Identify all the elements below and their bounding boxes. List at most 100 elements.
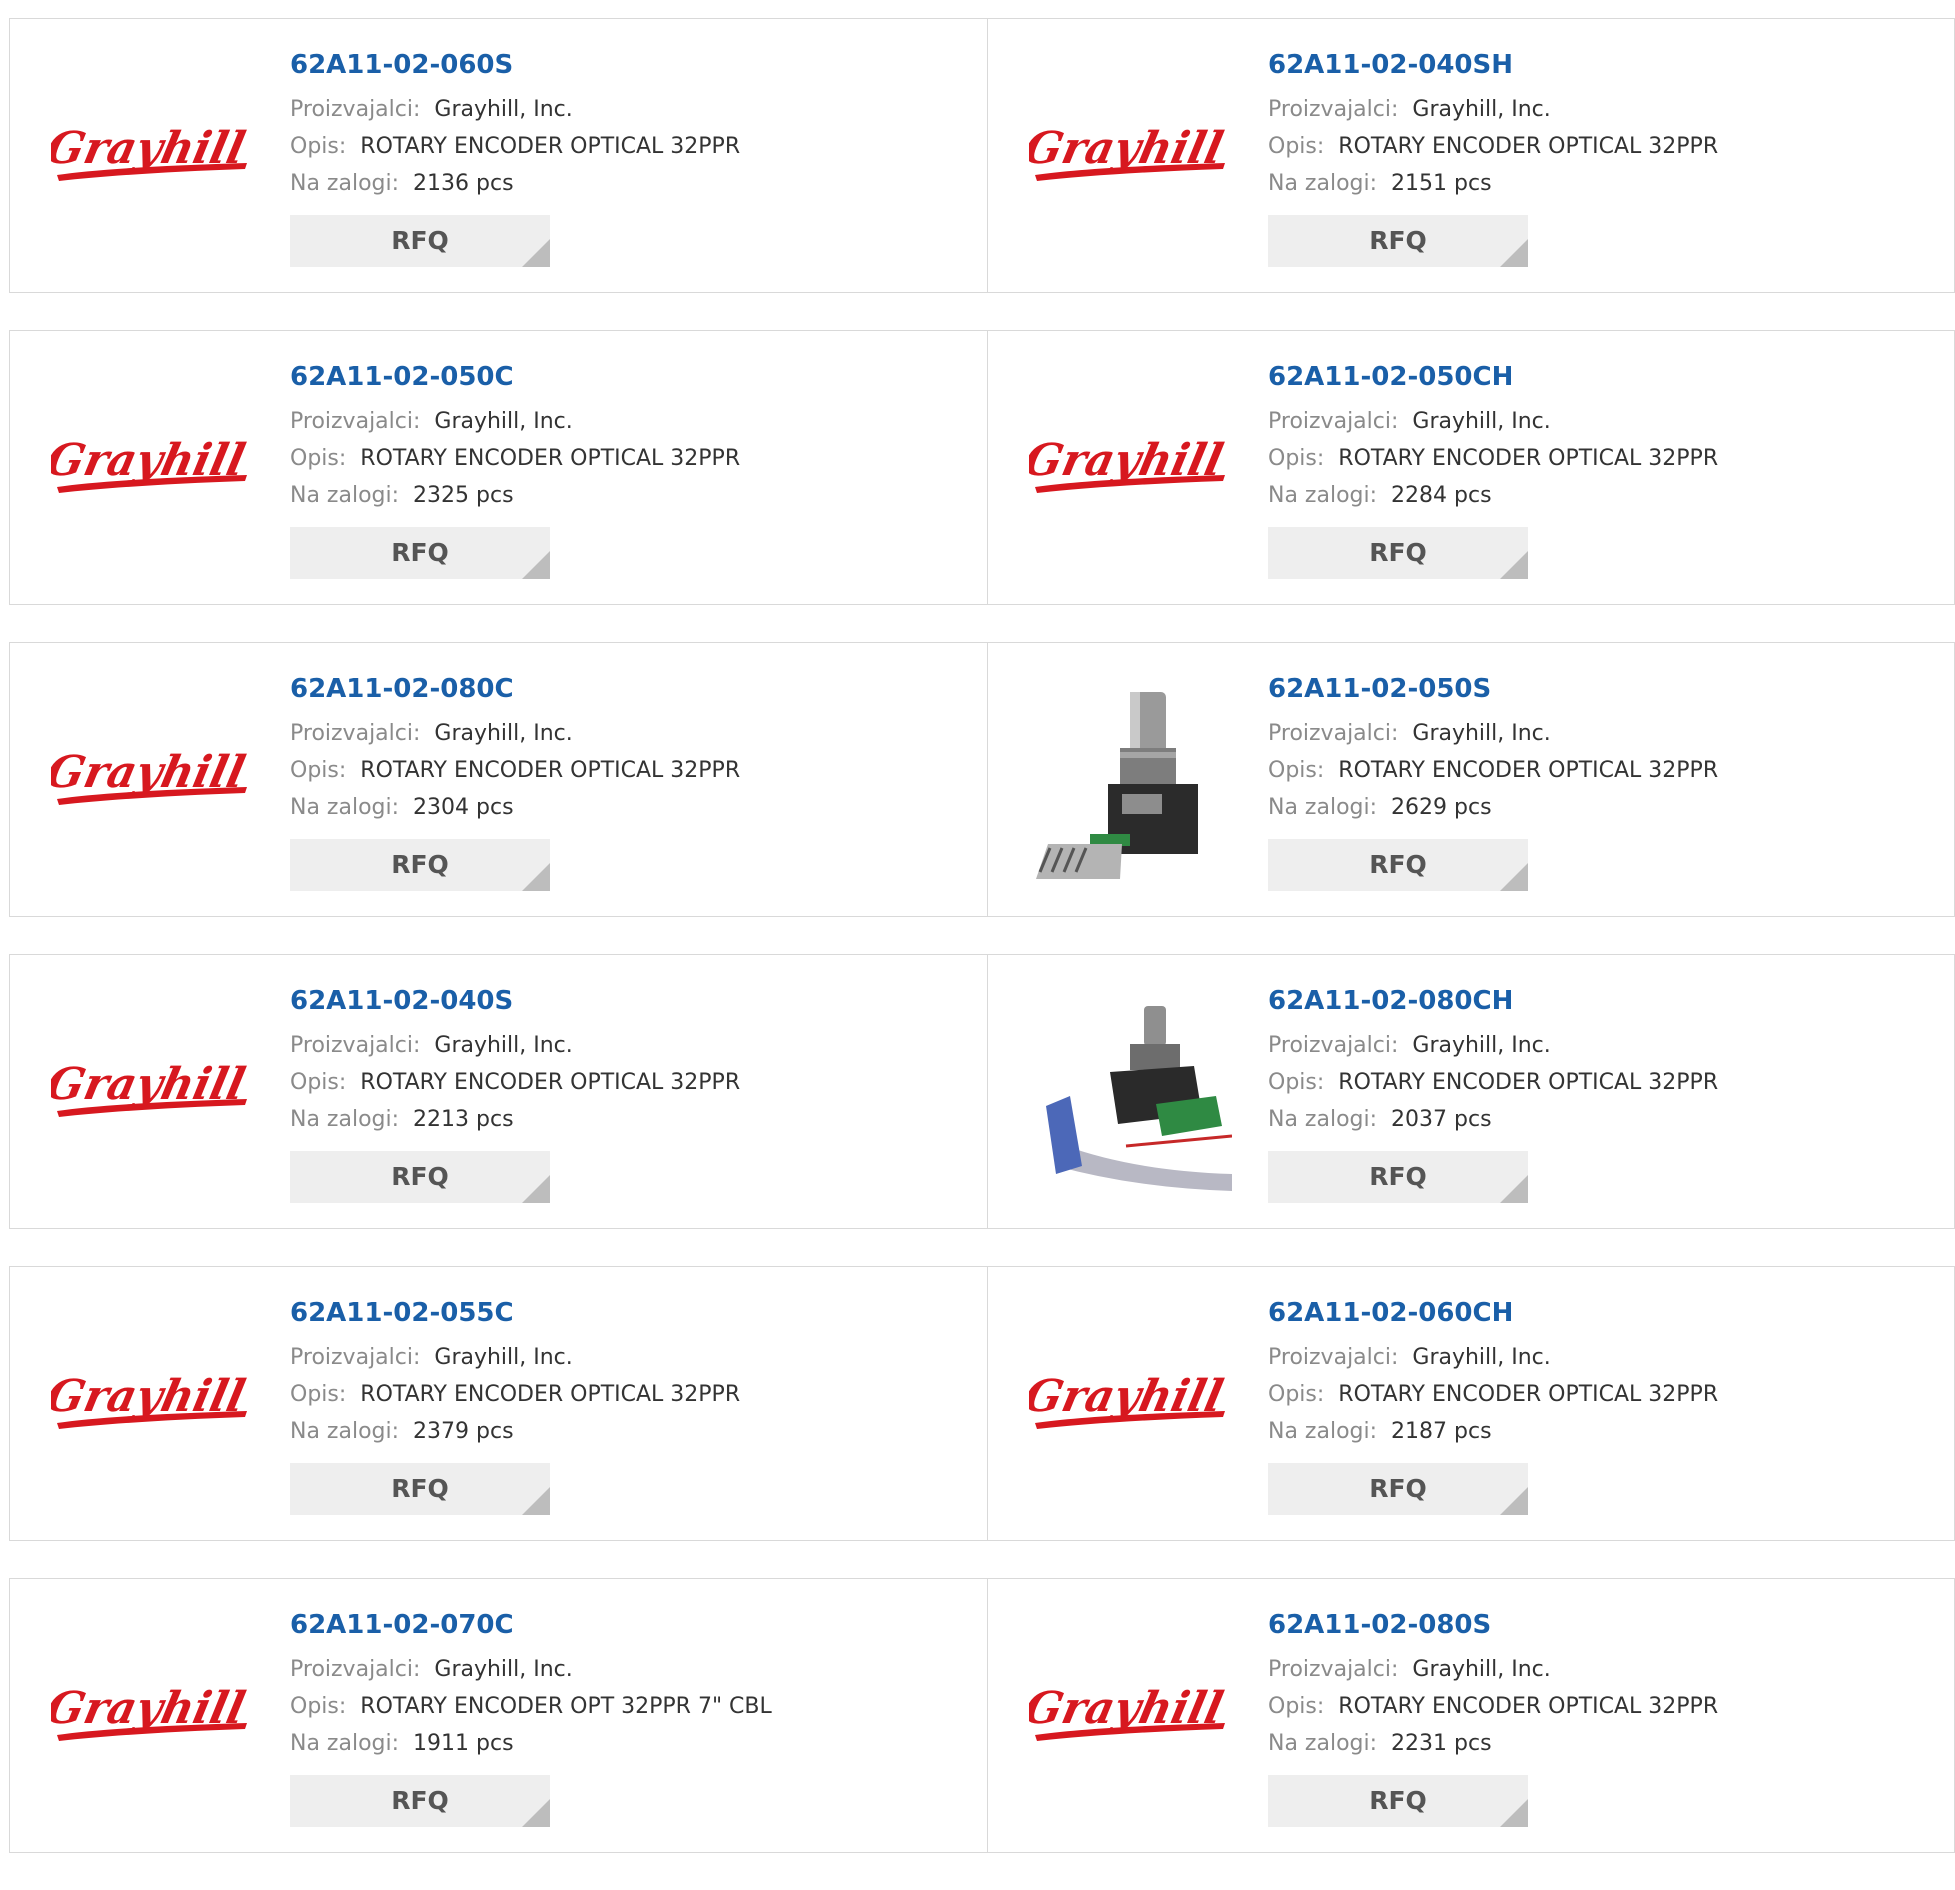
encoder-cable-photo — [1046, 1006, 1232, 1191]
stock-label: Na zalogi: — [1268, 483, 1378, 508]
product-image[interactable] — [1026, 996, 1232, 1191]
description-label: Opis: — [290, 134, 347, 159]
corner-triangle-icon — [522, 1175, 550, 1203]
svg-text:Grayhill: Grayhill — [51, 1683, 250, 1734]
part-number-link[interactable]: 62A11-02-060S — [290, 49, 740, 81]
product-image[interactable]: Grayhill — [48, 1620, 254, 1815]
manufacturer-value: Grayhill, Inc. — [1412, 1657, 1551, 1682]
description-value: ROTARY ENCODER OPTICAL 32PPR — [1338, 758, 1719, 783]
stock-label: Na zalogi: — [1268, 171, 1378, 196]
corner-triangle-icon — [1500, 1799, 1528, 1827]
part-number-link[interactable]: 62A11-02-070C — [290, 1609, 772, 1641]
rfq-button[interactable]: RFQ — [1268, 527, 1528, 579]
stock-value: 1911 pcs — [413, 1731, 514, 1756]
stock-value: 2136 pcs — [413, 171, 514, 196]
part-number-link[interactable]: 62A11-02-060CH — [1268, 1297, 1718, 1329]
description-value: ROTARY ENCODER OPTICAL 32PPR — [360, 134, 741, 159]
description-label: Opis: — [1268, 1382, 1325, 1407]
description-label: Opis: — [290, 758, 347, 783]
description-label: Opis: — [1268, 446, 1325, 471]
rfq-button[interactable]: RFQ — [1268, 215, 1528, 267]
rfq-button[interactable]: RFQ — [290, 1775, 550, 1827]
manufacturer-label: Proizvajalci: — [1268, 97, 1399, 122]
svg-text:Grayhill: Grayhill — [51, 1059, 250, 1110]
manufacturer-label: Proizvajalci: — [290, 1033, 421, 1058]
product-image[interactable]: Grayhill — [1026, 60, 1232, 255]
manufacturer-value: Grayhill, Inc. — [1412, 97, 1551, 122]
stock-label: Na zalogi: — [290, 795, 400, 820]
product-row: Grayhill 62A11-02-040S Proizvajalci: Gray… — [9, 954, 1955, 1229]
product-card: 62A11-02-080CH Proizvajalci: Grayhill, In… — [988, 954, 1955, 1229]
corner-triangle-icon — [1500, 1487, 1528, 1515]
part-number-link[interactable]: 62A11-02-080CH — [1268, 985, 1718, 1017]
product-grid: Grayhill 62A11-02-060S Proizvajalci: Gray… — [9, 18, 1955, 1890]
stock-label: Na zalogi: — [1268, 795, 1378, 820]
rfq-button[interactable]: RFQ — [290, 839, 550, 891]
part-number-link[interactable]: 62A11-02-050S — [1268, 673, 1718, 705]
corner-triangle-icon — [1500, 863, 1528, 891]
rfq-button[interactable]: RFQ — [290, 527, 550, 579]
rfq-button[interactable]: RFQ — [1268, 1463, 1528, 1515]
product-row: Grayhill 62A11-02-070C Proizvajalci: Gray… — [9, 1578, 1955, 1853]
product-row: Grayhill 62A11-02-050C Proizvajalci: Gray… — [9, 330, 1955, 605]
svg-text:Grayhill: Grayhill — [51, 1371, 250, 1422]
stock-label: Na zalogi: — [1268, 1419, 1378, 1444]
description-value: ROTARY ENCODER OPTICAL 32PPR — [1338, 446, 1719, 471]
product-image[interactable]: Grayhill — [48, 372, 254, 567]
stock-label: Na zalogi: — [1268, 1731, 1378, 1756]
encoder-photo — [1036, 692, 1198, 879]
product-image[interactable]: Grayhill — [48, 60, 254, 255]
product-row: Grayhill 62A11-02-060S Proizvajalci: Gray… — [9, 18, 1955, 293]
product-image[interactable]: Grayhill — [1026, 1308, 1232, 1503]
manufacturer-label: Proizvajalci: — [290, 409, 421, 434]
product-image[interactable]: Grayhill — [48, 684, 254, 879]
description-label: Opis: — [290, 1694, 347, 1719]
part-number-link[interactable]: 62A11-02-050CH — [1268, 361, 1718, 393]
rfq-button[interactable]: RFQ — [1268, 839, 1528, 891]
description-value: ROTARY ENCODER OPTICAL 32PPR — [1338, 1694, 1719, 1719]
stock-value: 2325 pcs — [413, 483, 514, 508]
manufacturer-label: Proizvajalci: — [290, 97, 421, 122]
rfq-button[interactable]: RFQ — [290, 215, 550, 267]
manufacturer-label: Proizvajalci: — [1268, 721, 1399, 746]
part-number-link[interactable]: 62A11-02-080C — [290, 673, 740, 705]
manufacturer-value: Grayhill, Inc. — [434, 409, 573, 434]
part-number-link[interactable]: 62A11-02-055C — [290, 1297, 740, 1329]
product-image[interactable]: Grayhill — [1026, 1620, 1232, 1815]
description-label: Opis: — [290, 1382, 347, 1407]
rfq-button[interactable]: RFQ — [1268, 1151, 1528, 1203]
grayhill-logo: Grayhill — [1029, 1683, 1228, 1741]
part-number-link[interactable]: 62A11-02-080S — [1268, 1609, 1718, 1641]
product-image[interactable]: Grayhill — [48, 996, 254, 1191]
product-card: 62A11-02-050S Proizvajalci: Grayhill, Inc… — [988, 642, 1955, 917]
stock-value: 2187 pcs — [1391, 1419, 1492, 1444]
description-value: ROTARY ENCODER OPTICAL 32PPR — [1338, 134, 1719, 159]
product-card: Grayhill 62A11-02-060S Proizvajalci: Gray… — [9, 18, 988, 293]
product-image[interactable] — [1026, 684, 1232, 879]
part-number-link[interactable]: 62A11-02-050C — [290, 361, 740, 393]
part-number-link[interactable]: 62A11-02-040SH — [1268, 49, 1718, 81]
rfq-button[interactable]: RFQ — [1268, 1775, 1528, 1827]
stock-value: 2629 pcs — [1391, 795, 1492, 820]
stock-label: Na zalogi: — [1268, 1107, 1378, 1132]
grayhill-logo: Grayhill — [1029, 123, 1228, 181]
part-number-link[interactable]: 62A11-02-040S — [290, 985, 740, 1017]
grayhill-logo: Grayhill — [1029, 1371, 1228, 1429]
grayhill-logo: Grayhill — [51, 435, 250, 493]
rfq-button[interactable]: RFQ — [290, 1151, 550, 1203]
product-image[interactable]: Grayhill — [48, 1308, 254, 1503]
manufacturer-value: Grayhill, Inc. — [434, 1033, 573, 1058]
grayhill-logo: Grayhill — [51, 1059, 250, 1117]
corner-triangle-icon — [1500, 551, 1528, 579]
svg-text:Grayhill: Grayhill — [1029, 435, 1228, 486]
product-card: Grayhill 62A11-02-055C Proizvajalci: Gray… — [9, 1266, 988, 1541]
manufacturer-value: Grayhill, Inc. — [434, 97, 573, 122]
product-card: Grayhill 62A11-02-080C Proizvajalci: Gray… — [9, 642, 988, 917]
manufacturer-label: Proizvajalci: — [1268, 409, 1399, 434]
svg-text:Grayhill: Grayhill — [51, 435, 250, 486]
product-image[interactable]: Grayhill — [1026, 372, 1232, 567]
grayhill-logo: Grayhill — [51, 747, 250, 805]
corner-triangle-icon — [522, 551, 550, 579]
rfq-button[interactable]: RFQ — [290, 1463, 550, 1515]
svg-text:Grayhill: Grayhill — [51, 123, 250, 174]
